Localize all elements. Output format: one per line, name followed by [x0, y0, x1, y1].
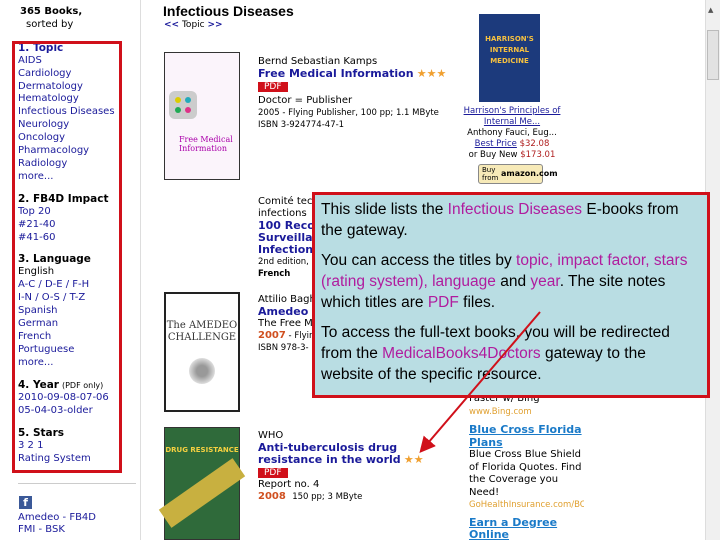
annotation-arrow: [419, 311, 541, 454]
arrow-line: [419, 311, 541, 454]
